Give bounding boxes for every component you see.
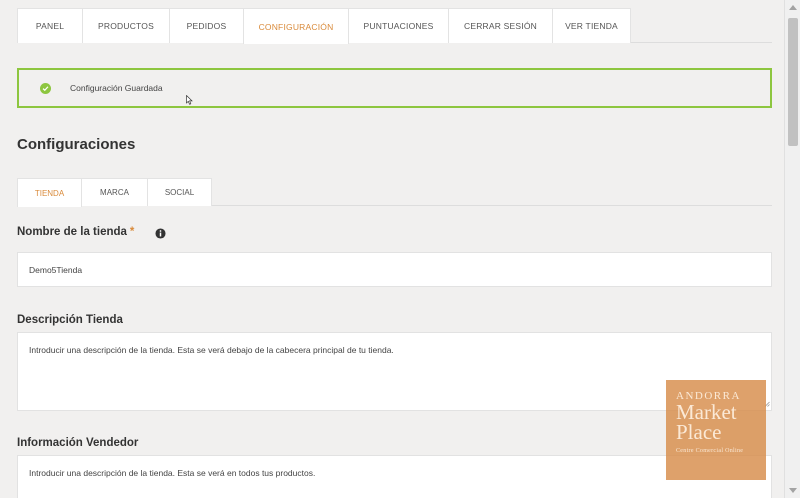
- logo-line-place: Place: [676, 420, 722, 444]
- logo-line-market: Market: [676, 400, 737, 424]
- tab-pedidos[interactable]: PEDIDOS: [169, 8, 244, 43]
- vendor-info-textarea[interactable]: Introducir una descripción de la tienda.…: [17, 455, 772, 498]
- store-name-label: Nombre de la tienda *: [17, 226, 134, 238]
- store-description-label: Descripción Tienda: [17, 314, 123, 326]
- watermark-logo: ANDORRA Market Place Centre Comercial On…: [666, 380, 766, 480]
- scroll-up-icon[interactable]: [789, 5, 797, 10]
- alert-message: Configuración Guardada: [70, 83, 163, 93]
- success-alert: Configuración Guardada: [17, 68, 772, 108]
- tab-tienda[interactable]: TIENDA: [17, 178, 82, 207]
- vertical-scrollbar[interactable]: [784, 0, 800, 498]
- tab-marca[interactable]: MARCA: [81, 178, 148, 206]
- info-icon[interactable]: [155, 226, 166, 244]
- required-mark: *: [129, 226, 135, 238]
- vendor-info-label: Información Vendedor: [17, 437, 139, 449]
- top-navigation: PANEL PRODUCTOS PEDIDOS CONFIGURACIÓN PU…: [17, 8, 772, 44]
- page-title: Configuraciones: [17, 136, 136, 153]
- vendor-info-text: Introducir una descripción de la tienda.…: [29, 468, 316, 478]
- scroll-down-icon[interactable]: [789, 488, 797, 493]
- tab-configuracion[interactable]: CONFIGURACIÓN: [243, 8, 349, 44]
- mouse-cursor-icon: [186, 92, 193, 110]
- check-circle-icon: [40, 82, 51, 94]
- store-name-label-text: Nombre de la tienda: [17, 226, 127, 238]
- store-description-text: Introducir una descripción de la tienda.…: [29, 345, 394, 355]
- logo-tagline: Centre Comercial Online: [676, 448, 744, 454]
- tab-panel[interactable]: PANEL: [17, 8, 83, 43]
- tab-ver-tienda[interactable]: VER TIENDA: [552, 8, 631, 43]
- store-name-input[interactable]: Demo5Tienda: [17, 252, 772, 287]
- tab-social[interactable]: SOCIAL: [147, 178, 212, 206]
- page: PANEL PRODUCTOS PEDIDOS CONFIGURACIÓN PU…: [0, 0, 784, 498]
- store-description-textarea[interactable]: Introducir una descripción de la tienda.…: [17, 332, 772, 411]
- tab-cerrar-sesion[interactable]: CERRAR SESIÓN: [448, 8, 553, 43]
- tab-productos[interactable]: PRODUCTOS: [82, 8, 170, 43]
- tab-puntuaciones[interactable]: PUNTUACIONES: [348, 8, 449, 43]
- scrollbar-thumb[interactable]: [788, 18, 798, 146]
- settings-tabs: TIENDA MARCA SOCIAL: [17, 178, 772, 207]
